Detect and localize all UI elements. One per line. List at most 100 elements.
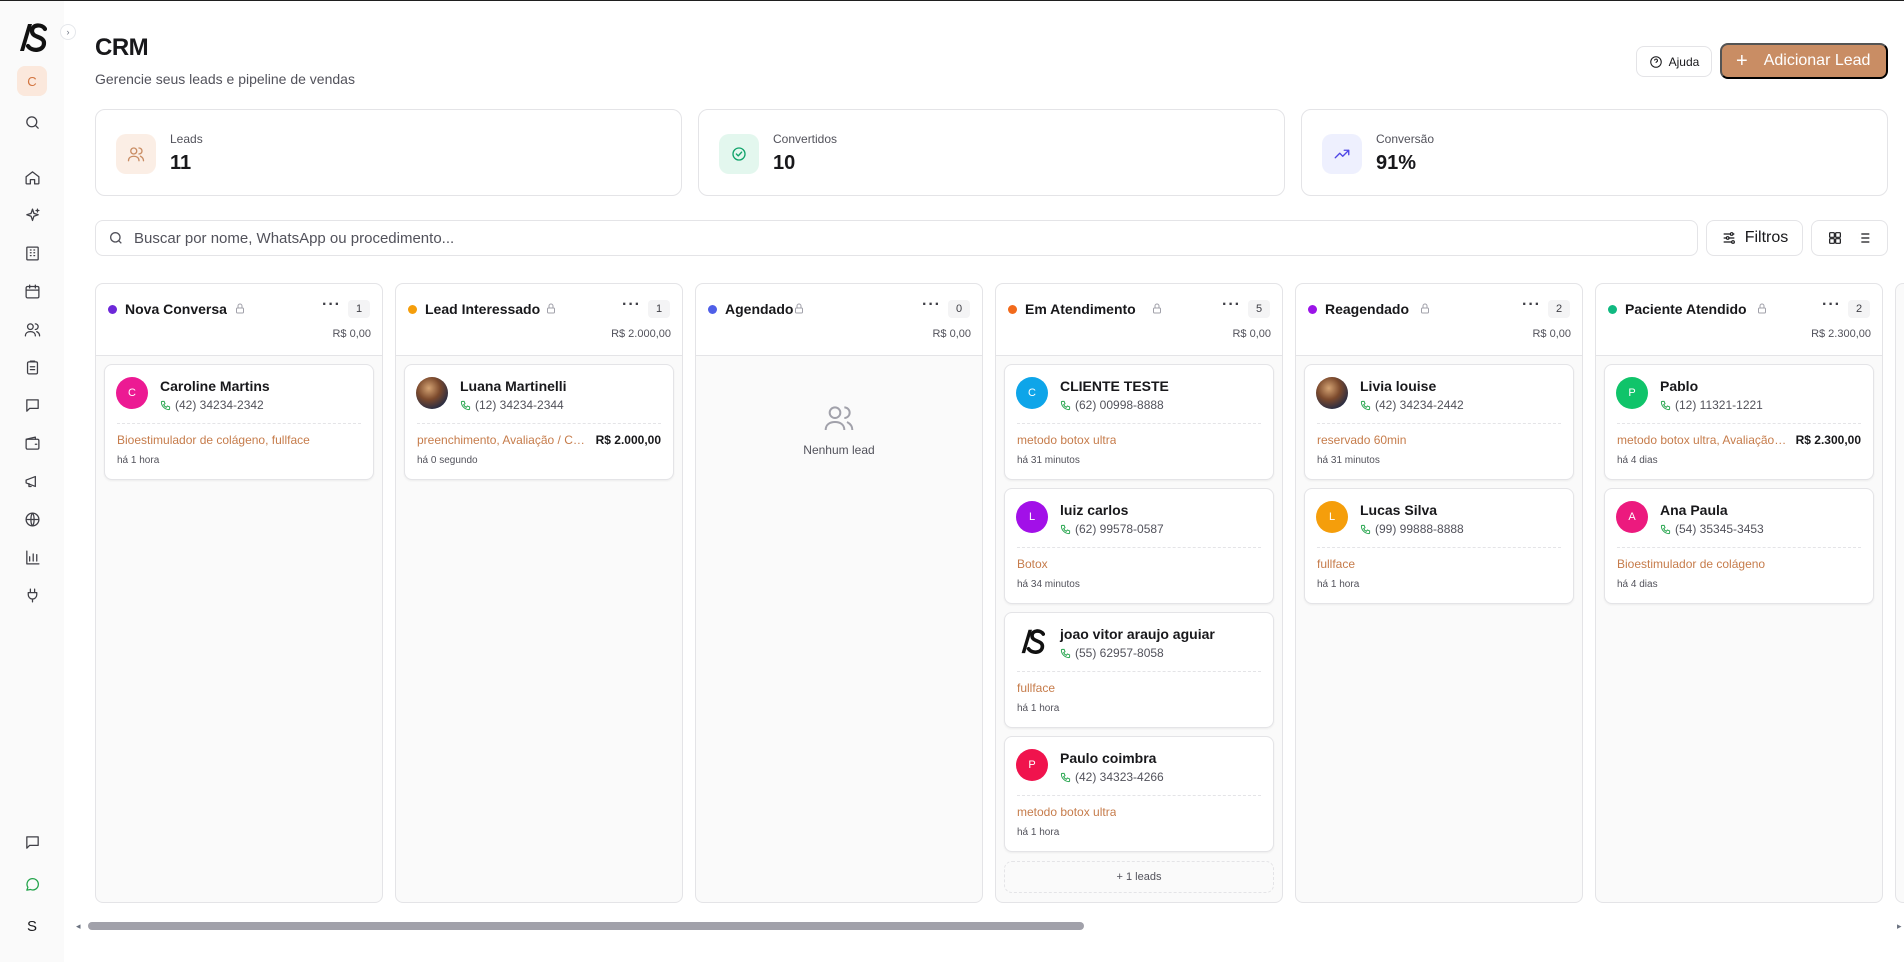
lead-name: Ana Paula <box>1660 502 1728 518</box>
column-more-icon[interactable]: ··· <box>622 296 641 314</box>
lead-avatar: L <box>1316 501 1348 533</box>
lead-avatar: P <box>1016 749 1048 781</box>
scrollbar-thumb[interactable] <box>88 922 1084 930</box>
column-count-badge: 5 <box>1248 300 1270 318</box>
lead-phone: (54) 35345-3453 <box>1660 522 1764 536</box>
lead-name: CLIENTE TESTE <box>1060 378 1169 394</box>
lead-card[interactable]: C Caroline Martins (42) 34234-2342 Bioestim… <box>104 364 374 480</box>
column-title: Reagendado <box>1325 301 1410 317</box>
search-icon[interactable] <box>22 112 42 132</box>
lead-avatar: A <box>1616 501 1648 533</box>
lead-time: há 1 hora <box>117 455 160 466</box>
globe-icon[interactable] <box>22 509 42 529</box>
column-status-dot <box>1008 305 1017 314</box>
chat-icon[interactable] <box>22 832 42 852</box>
sparkles-icon[interactable] <box>22 205 42 225</box>
lead-phone-number: (42) 34234-2442 <box>1375 398 1464 412</box>
column-status-dot <box>408 305 417 314</box>
card-divider <box>1317 423 1561 424</box>
help-circle-icon <box>1649 55 1662 68</box>
lead-card[interactable]: Livia louise (42) 34234-2442 reservado 60m… <box>1304 364 1574 480</box>
grid-view-icon[interactable] <box>1827 230 1843 246</box>
filters-label: Filtros <box>1744 229 1789 246</box>
search-input[interactable] <box>134 229 1634 247</box>
column-title: Agendado <box>725 301 794 317</box>
lead-card[interactable]: Lluiz carlos (62) 99578-0587 Botox há 34 mi… <box>1004 488 1274 604</box>
column-more-icon[interactable]: ··· <box>322 296 341 314</box>
lead-phone-number: (54) 35345-3453 <box>1675 522 1764 536</box>
users-icon[interactable] <box>22 319 42 339</box>
phone-icon <box>1660 524 1671 534</box>
scroll-right-arrow[interactable]: ▸ <box>1897 921 1902 932</box>
lead-name: luiz carlos <box>1060 502 1129 518</box>
phone-icon <box>460 400 471 410</box>
lead-avatar: L <box>1016 501 1048 533</box>
lead-card[interactable]: joao vitor araujo aguiar (55) 62957-8058 f… <box>1004 612 1274 728</box>
phone-icon <box>160 400 171 410</box>
column-title: Em Atendimento <box>1025 301 1136 317</box>
column-total-value: R$ 2.300,00 <box>1811 328 1871 340</box>
horizontal-scrollbar[interactable]: ◂ ▸ <box>72 919 1904 933</box>
help-button[interactable]: Ajuda <box>1636 46 1712 77</box>
kanban-column: Lead Interessado ··· 1 R$ 2.000,00 Luana Mar… <box>395 283 683 903</box>
lead-card[interactable]: A Ana Paula (54) 35345-3453 Bioestimulador … <box>1604 488 1874 604</box>
add-lead-label: Adicionar Lead <box>1763 52 1871 69</box>
megaphone-icon[interactable] <box>22 471 42 491</box>
lead-name: Pablo <box>1660 378 1699 394</box>
lead-value: R$ 2.300,00 <box>1795 433 1861 447</box>
calendar-icon[interactable] <box>22 281 42 301</box>
card-divider <box>1017 671 1261 672</box>
lead-card[interactable]: P Pablo (12) 11321-1221 metodo botox ultra,… <box>1604 364 1874 480</box>
trending-up-icon <box>1322 134 1362 174</box>
lead-name: Caroline Martins <box>160 378 270 394</box>
sidebar: C S <box>0 1 64 962</box>
stat-value: 91% <box>1376 152 1417 174</box>
lead-value: R$ 2.000,00 <box>595 433 661 447</box>
column-count-badge: 1 <box>348 300 370 318</box>
user-initial[interactable]: S <box>22 918 42 938</box>
filters-button[interactable]: Filtros <box>1706 220 1803 256</box>
kanban-column: Nova Conversa ··· 1 R$ 0,00 C Caroline Martin… <box>95 283 383 903</box>
lead-phone-number: (99) 99888-8888 <box>1375 522 1464 536</box>
clipboard-icon[interactable] <box>22 357 42 377</box>
lead-phone: (99) 99888-8888 <box>1360 522 1464 536</box>
plug-icon[interactable] <box>22 585 42 605</box>
stat-value: 10 <box>773 152 796 174</box>
lead-card[interactable]: C CLIENTE TESTE (62) 00998-8888 metodo boto… <box>1004 364 1274 480</box>
app-logo-icon[interactable] <box>17 21 48 53</box>
workspace-avatar[interactable]: C <box>17 66 47 96</box>
column-count-badge: 2 <box>1848 300 1870 318</box>
add-lead-button[interactable]: + Adicionar Lead <box>1720 43 1888 79</box>
card-divider <box>1017 547 1261 548</box>
column-header: Reagendado ··· 2 R$ 0,00 <box>1296 284 1582 356</box>
column-total-value: R$ 0,00 <box>332 328 371 340</box>
more-leads-button[interactable]: + 1 leads <box>1004 861 1274 893</box>
whatsapp-icon[interactable] <box>22 874 42 894</box>
column-title: Paciente Atendido <box>1625 301 1747 317</box>
lead-card[interactable]: Luana Martinelli (12) 34234-2344 preenchim… <box>404 364 674 480</box>
home-icon[interactable] <box>22 167 42 187</box>
lead-card[interactable]: P Paulo coimbra (42) 34323-4266 metodo boto… <box>1004 736 1274 852</box>
lead-phone: (55) 62957-8058 <box>1060 646 1164 660</box>
column-total-value: R$ 0,00 <box>1532 328 1571 340</box>
users-icon <box>824 406 854 431</box>
list-view-icon[interactable] <box>1856 230 1872 246</box>
sidebar-collapse-button[interactable]: › <box>60 24 76 40</box>
lock-icon <box>1419 302 1432 316</box>
lead-card[interactable]: L Lucas Silva (99) 99888-8888 fullface há 1 … <box>1304 488 1574 604</box>
column-more-icon[interactable]: ··· <box>1522 296 1541 314</box>
column-count-badge: 1 <box>648 300 670 318</box>
building-icon[interactable] <box>22 243 42 263</box>
column-status-dot <box>108 305 117 314</box>
lead-procedure: preenchimento, Avaliação / Consulta <box>417 433 587 447</box>
card-divider <box>1617 547 1861 548</box>
column-more-icon[interactable]: ··· <box>1222 296 1241 314</box>
wallet-icon[interactable] <box>22 433 42 453</box>
column-title: Nova Conversa <box>125 301 227 317</box>
column-more-icon[interactable]: ··· <box>922 296 941 314</box>
message-icon[interactable] <box>22 395 42 415</box>
column-more-icon[interactable]: ··· <box>1822 296 1841 314</box>
scroll-left-arrow[interactable]: ◂ <box>76 921 81 932</box>
bar-chart-icon[interactable] <box>22 547 42 567</box>
phone-icon <box>1060 524 1071 534</box>
